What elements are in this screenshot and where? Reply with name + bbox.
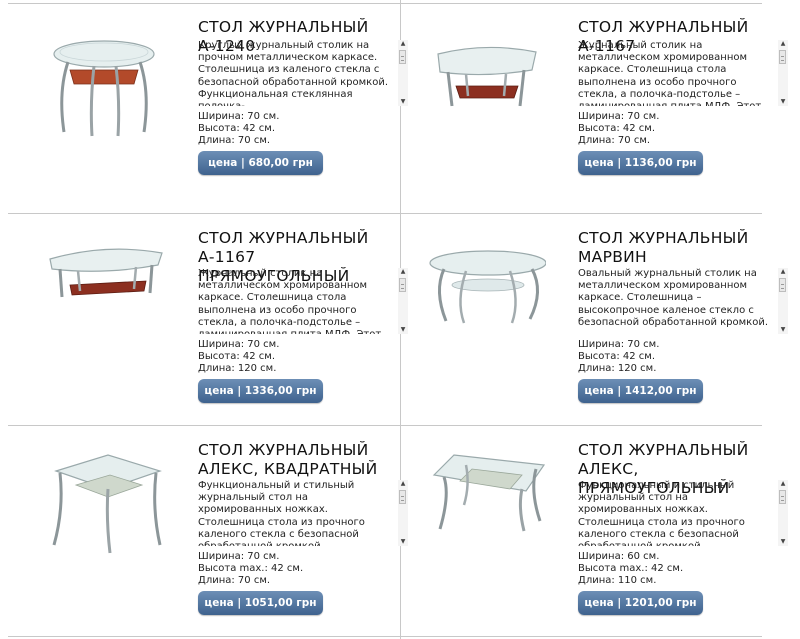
scroll-up-icon[interactable]: ▲ xyxy=(779,40,787,48)
product-card: СТОЛ ЖУРНАЛЬНЫЙ АЛЕКС, КВАДРАТНЫЙ Функци… xyxy=(8,427,408,635)
description-scrollbar[interactable]: ▲ ▼ xyxy=(778,268,788,334)
spec-length: Длина: 70 см. xyxy=(198,575,271,587)
scroll-up-icon[interactable]: ▲ xyxy=(779,268,787,276)
spec-height: Высота: 42 см. xyxy=(578,123,655,135)
square-glass-table-icon xyxy=(437,46,537,107)
scroll-down-icon[interactable]: ▼ xyxy=(779,326,787,334)
spec-height: Высота: 42 см. xyxy=(578,351,655,363)
spec-width: Ширина: 70 см. xyxy=(198,339,280,350)
oval-glass-table-icon xyxy=(429,250,546,324)
product-image[interactable] xyxy=(426,241,546,351)
scroll-thumb[interactable] xyxy=(779,50,786,64)
scroll-thumb[interactable] xyxy=(779,490,786,504)
round-glass-table-icon xyxy=(53,40,155,137)
price-button[interactable]: цена | 1336,00 грн xyxy=(198,379,323,403)
spec-height: Высота max.: 42 см. xyxy=(198,563,304,575)
product-description: Функциональный и стильный журнальный сто… xyxy=(198,480,365,546)
spec-width: Ширина: 70 см. xyxy=(578,111,660,122)
product-card: СТОЛ ЖУРНАЛЬНЫЙ АЛЕКС, ПРЯМОУГОЛЬНЫЙ Фун… xyxy=(388,427,788,635)
product-specs: Ширина: 70 см. Высота max.: 42 см. Длина… xyxy=(198,551,303,588)
product-image[interactable] xyxy=(46,32,166,142)
product-card: СТОЛ ЖУРНАЛЬНЫЙ А-1167 ПРЯМОУГОЛЬНЫЙ Жур… xyxy=(8,215,408,423)
spec-height: Высота: 42 см. xyxy=(198,351,275,363)
product-description: Журнальный столик на металлическом хроми… xyxy=(198,268,381,334)
spec-width: Ширина: 60 см. xyxy=(578,551,660,562)
product-description: Функциональный и стильный журнальный сто… xyxy=(578,480,745,546)
product-specs: Ширина: 70 см. Высота: 42 см. Длина: 120… xyxy=(578,339,659,376)
row-divider xyxy=(8,213,762,214)
product-specs: Ширина: 70 см. Высота: 42 см. Длина: 70 … xyxy=(578,111,659,148)
product-image[interactable] xyxy=(426,34,546,144)
product-specs: Ширина: 60 см. Высота max.: 42 см. Длина… xyxy=(578,551,683,588)
scroll-down-icon[interactable]: ▼ xyxy=(779,538,787,546)
spec-width: Ширина: 70 см. xyxy=(198,111,280,122)
product-image[interactable] xyxy=(426,445,546,555)
product-card: СТОЛ ЖУРНАЛЬНЫЙ А-1167 Журнальный столик… xyxy=(388,4,788,212)
row-divider xyxy=(8,636,762,637)
product-image[interactable] xyxy=(46,449,166,559)
spec-width: Ширина: 70 см. xyxy=(578,339,660,350)
spec-height: Высота max.: 42 см. xyxy=(578,563,684,575)
description-scrollbar[interactable]: ▲ ▼ xyxy=(778,480,788,546)
product-description-box: Овальный журнальный столик на металличес… xyxy=(578,268,788,334)
product-card: СТОЛ ЖУРНАЛЬНЫЙ А-1240 Круглый журнальны… xyxy=(8,4,408,212)
product-image[interactable] xyxy=(46,235,166,345)
product-description-box: Журнальный столик на металлическом хроми… xyxy=(578,40,788,106)
rectangular-glass-table-icon xyxy=(432,454,546,532)
product-description: Овальный журнальный столик на металличес… xyxy=(578,268,769,328)
price-button[interactable]: цена | 1051,00 грн xyxy=(198,591,323,615)
product-description-box: Круглый журнальный столик на прочном мет… xyxy=(198,40,408,106)
product-title[interactable]: СТОЛ ЖУРНАЛЬНЫЙ АЛЕКС, КВАДРАТНЫЙ xyxy=(198,441,403,479)
product-specs: Ширина: 70 см. Высота: 42 см. Длина: 120… xyxy=(198,339,279,376)
rectangular-glass-table-icon xyxy=(49,248,163,298)
scroll-down-icon[interactable]: ▼ xyxy=(779,98,787,106)
spec-width: Ширина: 70 см. xyxy=(198,551,280,562)
spec-length: Длина: 110 см. xyxy=(578,575,657,587)
product-title[interactable]: СТОЛ ЖУРНАЛЬНЫЙ МАРВИН xyxy=(578,229,783,267)
price-button[interactable]: цена | 680,00 грн xyxy=(198,151,323,175)
description-scrollbar[interactable]: ▲ ▼ xyxy=(778,40,788,106)
row-divider xyxy=(8,425,762,426)
product-specs: Ширина: 70 см. Высота: 42 см. Длина: 70 … xyxy=(198,111,279,148)
product-description: Круглый журнальный столик на прочном мет… xyxy=(198,40,389,106)
product-card: СТОЛ ЖУРНАЛЬНЫЙ МАРВИН Овальный журнальн… xyxy=(388,215,788,423)
product-description-box: Функциональный и стильный журнальный сто… xyxy=(198,480,408,546)
spec-length: Длина: 70 см. xyxy=(198,135,271,147)
product-description: Журнальный столик на металлическом хроми… xyxy=(578,40,761,106)
scroll-up-icon[interactable]: ▲ xyxy=(779,480,787,488)
price-button[interactable]: цена | 1412,00 грн xyxy=(578,379,703,403)
spec-length: Длина: 120 см. xyxy=(578,363,657,375)
scroll-thumb[interactable] xyxy=(779,278,786,292)
price-button[interactable]: цена | 1201,00 грн xyxy=(578,591,703,615)
product-grid: СТОЛ ЖУРНАЛЬНЫЙ А-1240 Круглый журнальны… xyxy=(0,0,800,639)
spec-length: Длина: 120 см. xyxy=(198,363,277,375)
square-glass-table-icon xyxy=(52,454,162,554)
product-description-box: Журнальный столик на металлическом хроми… xyxy=(198,268,408,334)
spec-length: Длина: 70 см. xyxy=(578,135,651,147)
price-button[interactable]: цена | 1136,00 грн xyxy=(578,151,703,175)
product-description-box: Функциональный и стильный журнальный сто… xyxy=(578,480,788,546)
spec-height: Высота: 42 см. xyxy=(198,123,275,135)
